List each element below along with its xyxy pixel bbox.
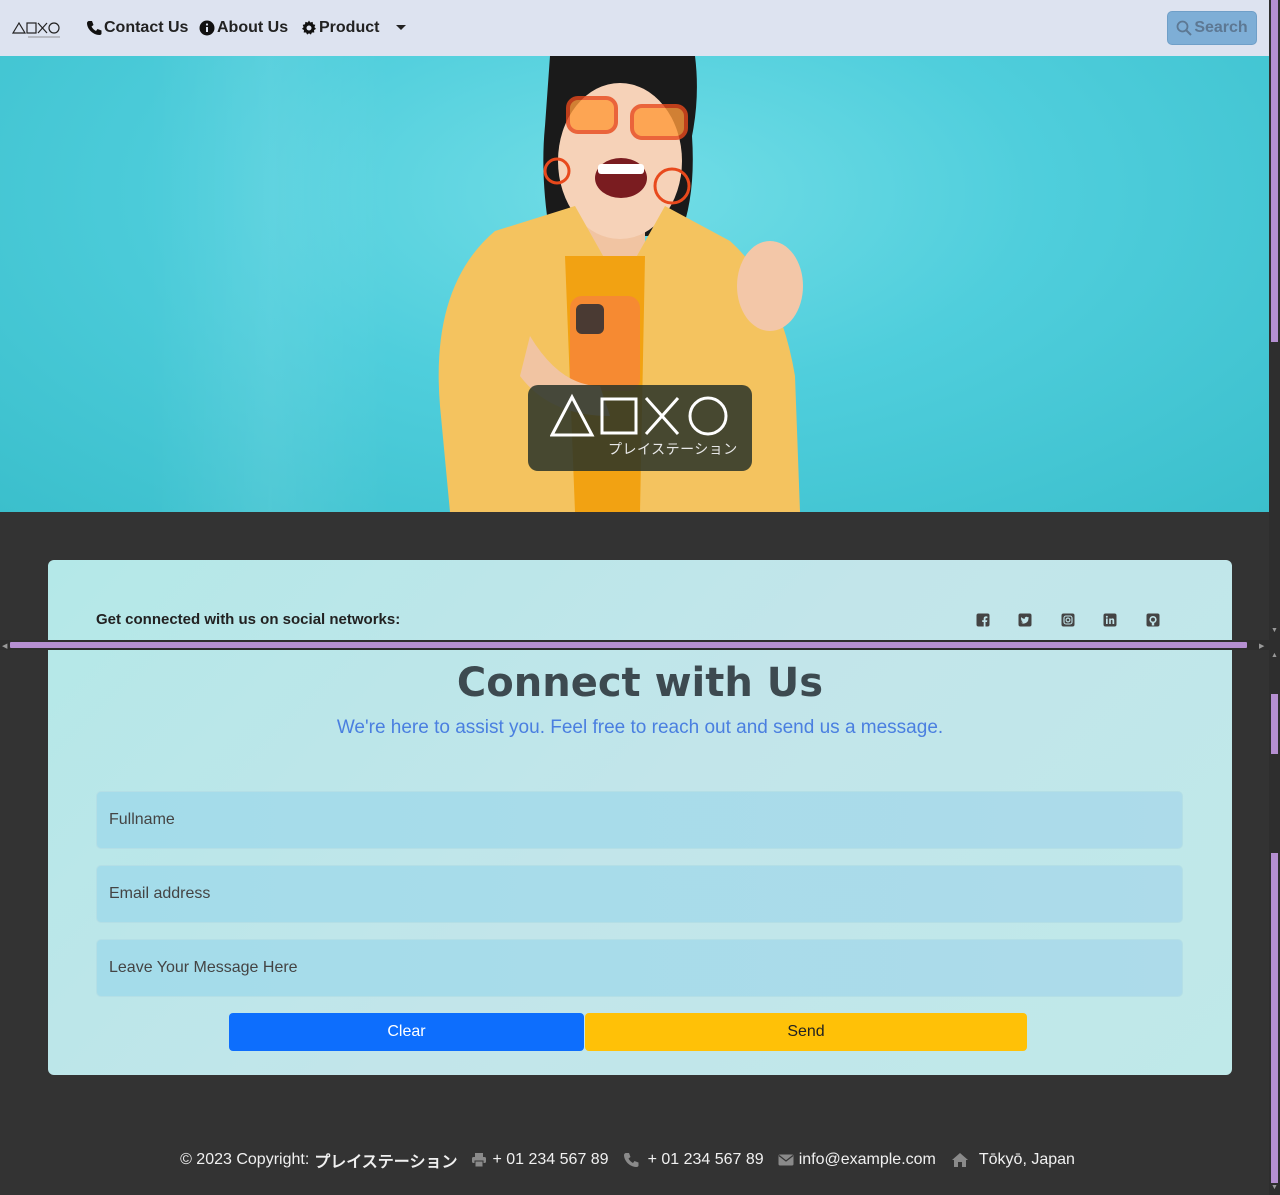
address-text: Tōkyō, Japan <box>978 1151 1075 1168</box>
scroll-down-icon-bottom[interactable]: ▼ <box>1271 1184 1278 1191</box>
email-placeholder: Email address <box>109 885 211 902</box>
contact-subtitle: We're here to assist you. Feel free to r… <box>336 717 944 738</box>
nav-product-label: Product <box>319 19 380 36</box>
fax-number: + 01 234 567 89 <box>492 1151 609 1168</box>
vertical-scrollbar[interactable]: ▼ ▲ ▼ <box>1269 0 1280 1195</box>
navbar: Contact Us About Us Product Search <box>0 0 1269 56</box>
hero-logo-subtitle: プレイステーション <box>608 442 738 458</box>
scroll-left-icon[interactable]: ◀ <box>2 642 7 650</box>
nav-about-us-label: About Us <box>217 19 289 36</box>
message-textarea[interactable]: Leave Your Message Here <box>96 939 1183 997</box>
vertical-scroll-thumb-middle[interactable] <box>1271 694 1278 754</box>
phone-icon <box>623 1153 639 1167</box>
copyright-prefix: © 2023 Copyright: <box>180 1151 310 1168</box>
search-icon <box>1176 20 1193 36</box>
phone-icon <box>87 21 102 35</box>
hero-banner: プレイステーション <box>0 56 1269 512</box>
gear-icon <box>302 20 316 35</box>
email-address[interactable]: info@example.com <box>799 1151 936 1169</box>
twitter-icon[interactable] <box>1018 613 1032 627</box>
footer-phone: + 01 234 567 89 <box>623 1151 764 1169</box>
brand-logo[interactable] <box>12 19 62 39</box>
product-dropdown-toggle[interactable] <box>396 25 406 30</box>
send-button[interactable]: Send <box>585 1013 1027 1051</box>
contact-title: Connect with Us <box>456 660 824 706</box>
copyright-brand[interactable]: プレイステーション <box>314 1148 457 1172</box>
scroll-down-icon[interactable]: ▼ <box>1271 627 1278 634</box>
footer-fax: + 01 234 567 89 <box>471 1151 609 1169</box>
footer-email: info@example.com <box>778 1151 936 1169</box>
nav-about-us[interactable]: About Us <box>199 17 288 39</box>
social-title: Get connected with us on social networks… <box>96 611 401 628</box>
nav-contact-us[interactable]: Contact Us <box>86 17 188 39</box>
vertical-scroll-thumb-top[interactable] <box>1271 0 1278 342</box>
vertical-scroll-thumb-bottom[interactable] <box>1271 853 1278 1183</box>
footer-address: Tōkyō, Japan <box>950 1151 1075 1169</box>
info-icon <box>199 20 215 36</box>
scroll-up-icon[interactable]: ▲ <box>1271 652 1278 659</box>
contact-card: Get connected with us on social networks… <box>48 560 1232 1075</box>
message-placeholder: Leave Your Message Here <box>109 959 298 976</box>
instagram-icon[interactable] <box>1061 613 1075 627</box>
nav-product[interactable]: Product <box>301 17 379 39</box>
email-input[interactable]: Email address <box>96 865 1183 923</box>
search-button[interactable]: Search <box>1167 11 1257 45</box>
github-icon[interactable] <box>1146 613 1160 627</box>
fullname-placeholder: Fullname <box>109 811 175 828</box>
print-icon <box>472 1153 487 1168</box>
facebook-icon[interactable] <box>976 613 990 627</box>
footer-copyright: © 2023 Copyright: プレイステーション <box>180 1148 457 1172</box>
home-icon <box>951 1153 968 1167</box>
linkedin-icon[interactable] <box>1103 613 1117 627</box>
horizontal-scrollbar[interactable]: ◀ ▶ <box>0 640 1269 650</box>
envelope-icon <box>778 1154 794 1166</box>
phone-number: + 01 234 567 89 <box>647 1151 764 1168</box>
hero-logo <box>550 393 728 437</box>
clear-button[interactable]: Clear <box>229 1013 584 1051</box>
scroll-right-icon[interactable]: ▶ <box>1259 642 1264 650</box>
footer: © 2023 Copyright: プレイステーション + 01 234 567… <box>0 1148 1269 1172</box>
nav-contact-us-label: Contact Us <box>104 19 189 36</box>
search-button-label: Search <box>1194 19 1248 36</box>
horizontal-scroll-thumb[interactable] <box>10 642 1247 648</box>
fullname-input[interactable]: Fullname <box>96 791 1183 849</box>
